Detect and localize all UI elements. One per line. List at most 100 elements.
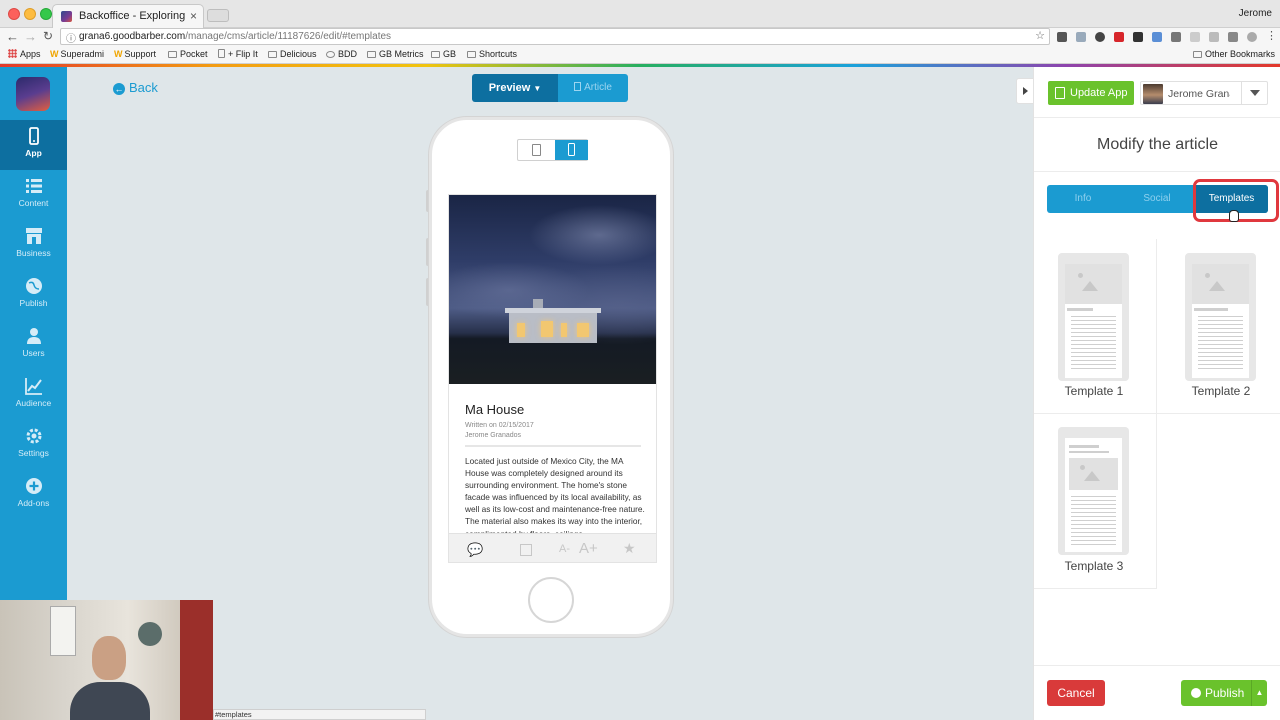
text-placeholder: [1071, 316, 1116, 372]
cancel-button[interactable]: Cancel: [1047, 680, 1105, 706]
template-3-thumbnail[interactable]: [1058, 427, 1129, 555]
publish-options-caret[interactable]: ▲: [1251, 680, 1267, 706]
sidebar-item-users[interactable]: Users: [0, 320, 67, 370]
sidebar-item-label: Settings: [18, 448, 49, 458]
title-placeholder: [1067, 308, 1093, 311]
device-toggle: [517, 139, 588, 161]
bookmark-pocket[interactable]: Pocket: [168, 49, 208, 59]
preview-dropdown-button[interactable]: Preview ▼: [472, 74, 558, 102]
folder-icon: [367, 51, 376, 58]
address-bar[interactable]: ⓘ grana6.goodbarber.com/manage/cms/artic…: [60, 28, 1050, 45]
extension-icon[interactable]: [1247, 32, 1257, 42]
sidebar-item-audience[interactable]: Audience: [0, 370, 67, 420]
template-2-label[interactable]: Template 2: [1161, 384, 1280, 398]
increase-font-icon[interactable]: A+: [579, 540, 598, 557]
extension-icon[interactable]: [1152, 32, 1162, 42]
bookmark-bdd[interactable]: BDD: [326, 49, 357, 59]
article-body: Located just outside of Mexico City, the…: [465, 456, 645, 539]
bookmark-shortcuts[interactable]: Shortcuts: [467, 49, 517, 59]
phone-icon: [28, 127, 39, 145]
other-bookmarks[interactable]: Other Bookmarks: [1193, 49, 1275, 59]
minimize-window-button[interactable]: [24, 8, 36, 20]
status-bar-url: #templates: [213, 709, 426, 720]
sidebar-item-settings[interactable]: Settings: [0, 420, 67, 470]
avatar: [1143, 84, 1163, 104]
sidebar-item-add-ons[interactable]: Add-ons: [0, 470, 67, 520]
bookmark-delicious[interactable]: Delicious: [268, 49, 317, 59]
sidebar-item-publish[interactable]: Publish: [0, 270, 67, 320]
comment-icon[interactable]: 💬: [467, 542, 483, 558]
bookmark-flip-it[interactable]: + Flip It: [218, 49, 258, 59]
tab-social[interactable]: Social: [1119, 185, 1195, 213]
extension-icon[interactable]: [1190, 32, 1200, 42]
bookmark-superadmin[interactable]: W Superadmi: [50, 49, 104, 59]
bookmarks-bar: Apps W Superadmi W Support Pocket + Flip I…: [0, 46, 1280, 64]
bookmark-star-icon[interactable]: ☆: [1035, 29, 1045, 42]
article-date: Written on 02/15/2017: [465, 422, 534, 429]
favorite-star-icon[interactable]: ★: [623, 540, 636, 557]
decrease-font-icon[interactable]: A-: [559, 543, 570, 555]
menu-icon[interactable]: ⋮: [1266, 29, 1277, 42]
user-menu[interactable]: Jerome Granados: [1140, 81, 1268, 105]
tablet-view-button[interactable]: [518, 140, 555, 160]
sidebar-item-business[interactable]: Business: [0, 220, 67, 270]
template-1-thumbnail[interactable]: [1058, 253, 1129, 381]
reload-icon[interactable]: ↻: [43, 29, 53, 43]
folder-icon: [1193, 51, 1202, 58]
text-placeholder: [1071, 496, 1116, 546]
tab-info[interactable]: Info: [1047, 185, 1119, 213]
app-logo[interactable]: [16, 77, 50, 111]
forward-arrow-icon[interactable]: →: [24, 29, 37, 44]
update-app-button[interactable]: Update App: [1048, 81, 1134, 105]
favicon-icon: [61, 11, 72, 22]
close-window-button[interactable]: [8, 8, 20, 20]
extension-icon[interactable]: [1057, 32, 1067, 42]
user-menu-caret[interactable]: [1241, 82, 1267, 104]
extension-icon[interactable]: [1209, 32, 1219, 42]
folder-icon: [168, 51, 177, 58]
lit-window: [541, 321, 553, 337]
sidebar-item-label: Add-ons: [17, 498, 50, 508]
bookmark-logo-icon: W: [50, 49, 59, 59]
tablet-icon: [532, 144, 541, 156]
sidebar-item-label: Business: [16, 248, 51, 258]
template-1-label[interactable]: Template 1: [1034, 384, 1154, 398]
divider: [1034, 665, 1280, 666]
sidebar-item-app[interactable]: App: [0, 120, 67, 170]
sidebar-item-content[interactable]: Content: [0, 170, 67, 220]
title-placeholder: [1069, 445, 1099, 448]
template-3-label[interactable]: Template 3: [1034, 559, 1154, 573]
bookmark-support[interactable]: W Support: [114, 49, 156, 59]
info-icon[interactable]: ⓘ: [66, 30, 76, 45]
globe-icon: [25, 278, 42, 294]
back-arrow-circle-icon: ←: [113, 83, 125, 95]
bookmark-gb-metrics[interactable]: GB Metrics: [367, 49, 424, 59]
sidebar-item-label: Audience: [15, 398, 52, 408]
back-arrow-icon[interactable]: ←: [6, 29, 19, 44]
extension-icon[interactable]: [1171, 32, 1181, 42]
bookmark-apps[interactable]: Apps: [8, 49, 41, 59]
publish-button[interactable]: Publish ▲: [1181, 680, 1267, 706]
article-title: Ma House: [465, 402, 525, 417]
extension-icon[interactable]: [1133, 32, 1143, 42]
share-icon[interactable]: [520, 544, 532, 556]
collapse-panel-toggle[interactable]: [1016, 78, 1034, 104]
close-tab-icon[interactable]: ×: [190, 9, 197, 23]
extension-icon[interactable]: [1076, 32, 1086, 42]
flipboard-extension-icon[interactable]: [1114, 32, 1124, 42]
phone-view-button[interactable]: [555, 140, 588, 160]
profile-name[interactable]: Jerome: [1239, 8, 1272, 19]
pocket-extension-icon[interactable]: [1095, 32, 1105, 42]
browser-titlebar: Backoffice - Exploring × Jerome: [0, 0, 1280, 28]
template-2-thumbnail[interactable]: [1185, 253, 1256, 381]
extension-icon[interactable]: [1228, 32, 1238, 42]
article-button[interactable]: Article: [558, 74, 628, 102]
apps-grid-icon: [8, 49, 17, 58]
browser-tab[interactable]: Backoffice - Exploring ×: [52, 4, 204, 28]
new-tab-button[interactable]: [207, 9, 229, 22]
back-link[interactable]: ← Back: [113, 80, 158, 95]
zoom-window-button[interactable]: [40, 8, 52, 20]
template-preview: [1065, 264, 1122, 378]
bookmark-gb[interactable]: GB: [431, 49, 456, 59]
divider: [1156, 239, 1157, 589]
